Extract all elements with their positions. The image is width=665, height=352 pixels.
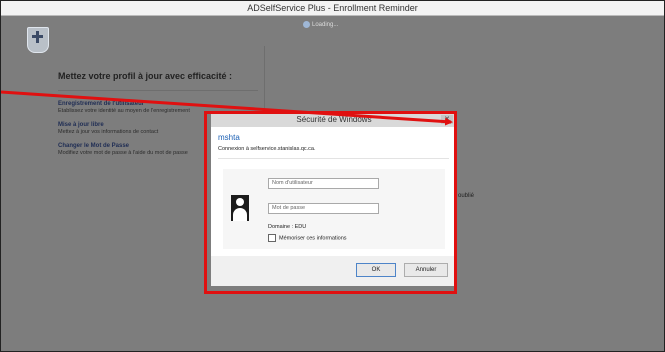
browser-window: ADSelfService Plus - Enrollment Reminder… [0,0,665,352]
arrow-line [1,90,453,126]
annotation-arrow [1,90,453,126]
